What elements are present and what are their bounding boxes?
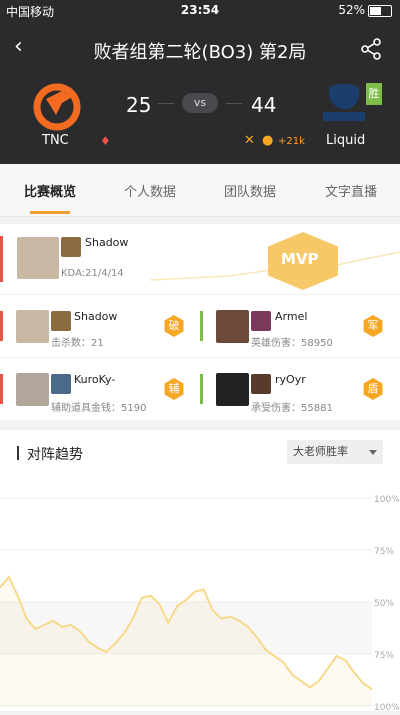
team-color-bar [0,374,3,404]
role-badge: 盾 [363,378,383,400]
avatar [17,237,59,279]
win-badge: 胜 [366,83,382,105]
gold-coins-icon: ● [262,133,274,148]
match-header: 中国移动 23:54 52% ‹ 败者组第二轮(BO3) 第2局 TNC ♦ 2… [0,0,400,164]
active-tab-indicator [30,211,70,214]
section-title: 对阵趋势 [27,447,83,463]
hero-portrait [51,311,71,331]
hero-portrait [61,237,81,257]
mvp-card[interactable]: Shadow KDA:21/4/14 MVP [0,224,400,294]
tab-personal-data[interactable]: 个人数据 [124,181,176,200]
tab-overview[interactable]: 比赛概览 [24,181,76,200]
tnc-logo [33,83,81,131]
page-title: 败者组第二轮(BO3) 第2局 [93,42,307,63]
share-icon[interactable] [360,38,382,60]
hero-portrait [251,311,271,331]
tab-text-live[interactable]: 文字直播 [325,181,377,200]
player-stat: 击杀数：21 [51,338,104,349]
player-name: Shadow [74,310,118,323]
player-stat: 承受伤害：55881 [251,403,333,414]
player-name: KuroKy- [74,373,116,386]
player-row: KuroKy- 辅助道具金钱：5190 辅 ryOyr 承受伤害：55881 盾 [0,358,400,420]
y-tick-label: 100% [374,495,400,505]
team-right-score: 44 [251,93,277,117]
role-badge: 辅 [164,378,184,400]
trend-metric-select[interactable]: 大老师胜率 [287,440,383,464]
team-color-bar [0,236,3,282]
trend-chart: 100% 75% 50% 75% 100% [0,474,400,713]
y-tick-label: 100% [374,703,400,711]
battery-icon [368,4,392,17]
battery-indicator: 52% [338,3,392,17]
team-left-score: 25 [126,93,152,117]
player-stat: 辅助道具金钱：5190 [51,403,147,414]
score-divider [158,103,174,104]
player-name: ryOyr [275,373,306,386]
avatar[interactable] [216,373,249,406]
role-badge: 军 [363,315,383,337]
blood-icon: ♦ [100,134,111,148]
team-color-bar [200,374,203,404]
liquid-logo [323,84,365,121]
mvp-badge-label: MVP [281,250,319,268]
vs-badge: vs [182,93,218,113]
y-tick-label: 75% [374,547,394,557]
avatar[interactable] [16,373,49,406]
avatar[interactable] [16,310,49,343]
y-tick-label: 75% [374,651,394,661]
trend-chart-svg: 100% 75% 50% 75% 100% [0,495,400,713]
player-row: Shadow 击杀数：21 破 Armel 英雄伤害：58950 军 [0,295,400,357]
team-left-name: TNC [42,133,69,148]
hero-portrait [251,374,271,394]
role-badge: 破 [164,315,184,337]
player-name: Armel [275,310,308,323]
mvp-player-name: Shadow [85,236,129,249]
crossed-swords-icon: ✕ [244,133,255,148]
status-bar: 中国移动 23:54 52% [0,0,400,20]
tab-bar: 比赛概览 个人数据 团队数据 文字直播 [0,164,400,217]
hero-portrait [51,374,71,394]
team-right-name: Liquid [326,133,366,148]
section-marker [17,446,19,460]
player-stat: 英雄伤害：58950 [251,338,333,349]
avatar[interactable] [216,310,249,343]
y-tick-label: 50% [374,599,394,609]
tab-team-data[interactable]: 团队数据 [224,181,276,200]
team-color-bar [0,311,3,341]
gold-diff: +21k [278,136,305,147]
trend-section-header: 对阵趋势 大老师胜率 [0,430,400,474]
chevron-down-icon [369,450,377,455]
mvp-kda: KDA:21/4/14 [61,268,124,279]
select-value: 大老师胜率 [293,445,348,458]
team-color-bar [200,311,203,341]
score-divider [226,103,242,104]
